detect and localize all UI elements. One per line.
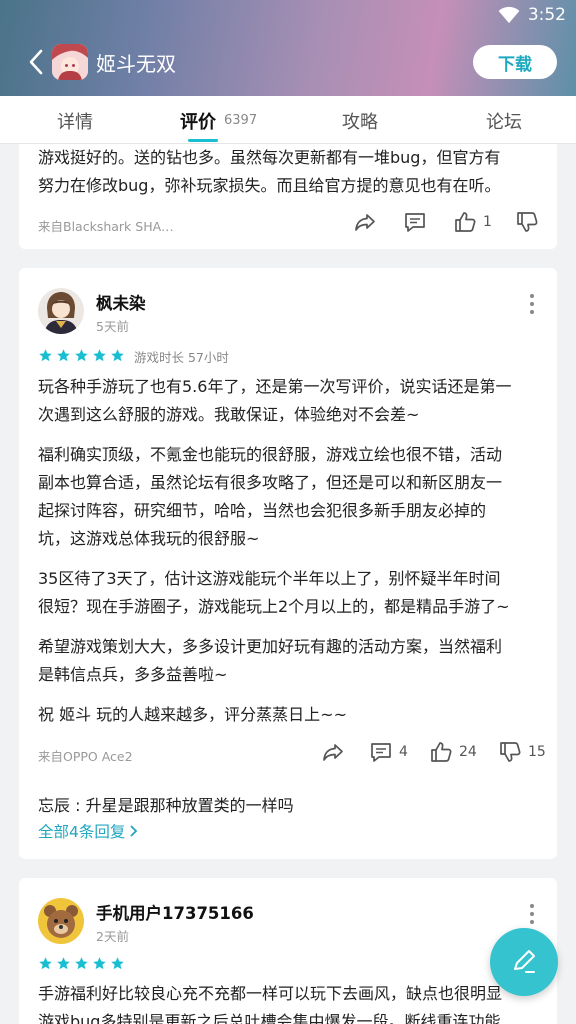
share-icon: [355, 214, 375, 231]
tab-bar: 详情 评价 6397 攻略 论坛: [0, 96, 576, 144]
comment-button[interactable]: [403, 210, 427, 234]
review-text: 手游福利好比较良心充不充都一样可以玩下去画风，缺点也很明显 游戏bug多特别是更…: [38, 980, 542, 1024]
dislike-button[interactable]: 15: [498, 740, 546, 764]
dislike-button[interactable]: [515, 210, 539, 234]
download-button[interactable]: 下载: [473, 45, 557, 79]
all-replies-label: 全部4条回复: [38, 823, 126, 841]
more-options-button[interactable]: [529, 904, 535, 924]
review-text: 玩各种手游玩了也有5.6年了，还是第一次写评价，说实话还是第一 次遇到这么舒服的游…: [38, 373, 542, 741]
review-line: 起探讨阵容，研究细节，哈哈，当然也会犯很多新手朋友必掉的: [38, 501, 487, 520]
review-card: 手机用户17375166 2天前 手游福利好比较良心充不充都一样可以玩下去画风，…: [19, 878, 557, 1024]
review-line: 玩各种手游玩了也有5.6年了，还是第一次写评价，说实话还是第一: [38, 377, 512, 396]
review-line: 副本也算合适，虽然论坛有很多攻略了，但还是可以和新区朋友一: [38, 473, 503, 492]
star-icon: [39, 349, 52, 362]
review-card: 枫未染 5天前 游戏时长 57小时 玩各种手游玩了也有5.6年了，还是第一次写评…: [19, 268, 557, 859]
thumbs-up-icon: [431, 742, 452, 762]
review-count: 6397: [224, 113, 258, 128]
review-paragraph: 玩各种手游玩了也有5.6年了，还是第一次写评价，说实话还是第一 次遇到这么舒服的游…: [38, 373, 542, 429]
tab-guides[interactable]: 攻略: [342, 108, 378, 134]
review-line: 福利确实顶级，不氪金也能玩的很舒服，游戏立绘也很不错，活动: [38, 445, 503, 464]
reply-text: 升星是跟那种放置类的一样吗: [85, 796, 294, 815]
review-line: 是韩信点兵，多多益善啦~: [38, 665, 228, 684]
reply-separator: :: [70, 796, 86, 815]
avatar[interactable]: [38, 898, 84, 944]
thumbs-up-icon: [455, 212, 476, 232]
review-line: 35区待了3天了，估计这游戏能玩个半年以上了，别怀疑半年时间: [38, 569, 501, 588]
tab-forum[interactable]: 论坛: [486, 108, 522, 134]
review-paragraph: 35区待了3天了，估计这游戏能玩个半年以上了，别怀疑半年时间 很短？现在手游圈子，…: [38, 565, 542, 621]
review-paragraph: 祝 姬斗 玩的人越来越多，评分蒸蒸日上~~: [38, 701, 542, 729]
more-options-button[interactable]: [529, 294, 535, 314]
reply-preview[interactable]: 忘辰 : 升星是跟那种放置类的一样吗: [38, 792, 294, 816]
review-line: 手游福利好比较良心充不充都一样可以玩下去画风，缺点也很明显: [38, 984, 503, 1003]
share-button[interactable]: [321, 740, 345, 764]
more-vertical-icon: [530, 294, 534, 298]
app-header: 3:52 姬斗无双 下载: [0, 0, 576, 96]
status-bar: 3:52: [498, 4, 566, 26]
star-rating: [38, 348, 125, 363]
edit-pen-icon: [514, 950, 535, 973]
comment-count: 4: [399, 744, 408, 760]
thumbs-down-icon: [517, 212, 538, 232]
chevron-right-icon: [130, 825, 138, 837]
review-card: 游戏挺好的。送的钻也多。虽然每次更新都有一堆bug，但官方有 努力在修改bug，…: [19, 144, 557, 249]
device-label: 来自Blackshark SHA…: [38, 219, 174, 234]
review-time: 5天前: [96, 319, 129, 334]
tab-reviews[interactable]: 评价: [180, 108, 216, 134]
review-line: 祝 姬斗 玩的人越来越多，评分蒸蒸日上~~: [38, 705, 347, 724]
star-icon: [111, 349, 124, 362]
like-count: 1: [483, 214, 492, 230]
star-icon: [39, 957, 52, 970]
thumbs-down-icon: [500, 742, 521, 762]
review-line: 希望游戏策划大大，多多设计更加好玩有趣的活动方案，当然福利: [38, 637, 503, 656]
comment-icon: [405, 213, 425, 232]
username[interactable]: 枫未染: [96, 290, 146, 314]
like-button[interactable]: 24: [429, 740, 477, 764]
status-time: 3:52: [527, 5, 566, 25]
review-paragraph: 希望游戏策划大大，多多设计更加好玩有趣的活动方案，当然福利 是韩信点兵，多多益善啦…: [38, 633, 542, 689]
review-line: 努力在修改bug，弥补玩家损失。而且给官方提的意见也有在听。: [38, 176, 501, 195]
back-arrow-icon: [29, 49, 43, 75]
star-icon: [111, 957, 124, 970]
star-icon: [75, 957, 88, 970]
reply-author: 忘辰: [38, 796, 71, 815]
review-time: 2天前: [96, 929, 129, 944]
more-vertical-icon: [530, 904, 534, 908]
app-icon: [52, 44, 88, 80]
star-icon: [93, 349, 106, 362]
star-icon: [57, 957, 70, 970]
avatar[interactable]: [38, 288, 84, 334]
review-line: 游戏挺好的。送的钻也多。虽然每次更新都有一堆bug，但官方有: [38, 148, 501, 167]
comment-button[interactable]: 4: [369, 740, 408, 764]
review-paragraph: 福利确实顶级，不氪金也能玩的很舒服，游戏立绘也很不错，活动 副本也算合适，虽然论坛…: [38, 441, 542, 553]
star-icon: [93, 957, 106, 970]
all-replies-link[interactable]: 全部4条回复: [38, 820, 139, 842]
like-button[interactable]: 1: [453, 210, 492, 234]
active-tab-indicator: [188, 139, 218, 142]
wifi-icon: [498, 6, 520, 24]
comment-icon: [371, 743, 391, 762]
star-icon: [57, 349, 70, 362]
share-icon: [323, 744, 343, 761]
like-count: 24: [459, 744, 477, 760]
playtime: 游戏时长 57小时: [134, 350, 229, 365]
tab-details[interactable]: 详情: [57, 108, 93, 134]
review-line: 游戏bug多特别是更新之后总吐槽会集中爆发一段。断线重连功能: [38, 1012, 501, 1024]
review-line: 坑，这游戏总体我玩的很舒服~: [38, 529, 260, 548]
review-text: 游戏挺好的。送的钻也多。虽然每次更新都有一堆bug，但官方有 努力在修改bug，…: [38, 144, 542, 200]
review-line: 次遇到这么舒服的游戏。我敢保证，体验绝对不会差~: [38, 405, 420, 424]
share-button[interactable]: [353, 210, 377, 234]
username[interactable]: 手机用户17375166: [96, 900, 254, 924]
dislike-count: 15: [528, 744, 546, 760]
review-line: 很短？现在手游圈子，游戏能玩上2个月以上的，都是精品手游了~: [38, 597, 510, 616]
device-label: 来自OPPO Ace2: [38, 749, 133, 764]
star-rating: [38, 956, 125, 971]
write-review-button[interactable]: [490, 928, 558, 996]
app-title: 姬斗无双: [96, 52, 176, 76]
star-icon: [75, 349, 88, 362]
back-button[interactable]: [22, 46, 50, 78]
reviews-list[interactable]: 游戏挺好的。送的钻也多。虽然每次更新都有一堆bug，但官方有 努力在修改bug，…: [0, 144, 576, 1024]
